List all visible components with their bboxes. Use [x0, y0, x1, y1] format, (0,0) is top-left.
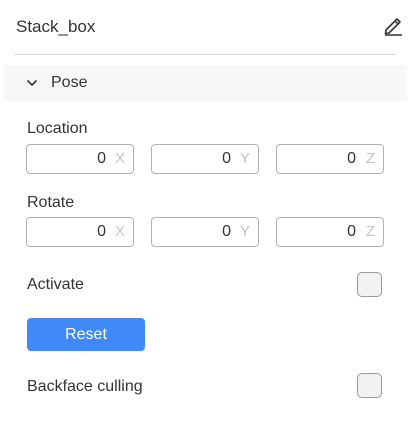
- rotate-x-value: 0: [97, 223, 106, 240]
- pencil-icon[interactable]: [382, 14, 404, 36]
- location-z-value: 0: [347, 150, 356, 167]
- rotate-label: Rotate: [27, 194, 75, 211]
- reset-button[interactable]: Reset: [27, 318, 145, 351]
- location-y-value: 0: [222, 150, 231, 167]
- pose-section-header[interactable]: Pose: [4, 65, 407, 101]
- location-y-axis-label: Y: [239, 150, 250, 167]
- backface-culling-checkbox[interactable]: [357, 373, 382, 398]
- rotate-z-field[interactable]: 0 Z: [276, 217, 384, 247]
- location-y-field[interactable]: 0 Y: [151, 144, 259, 174]
- pose-section-title: Pose: [51, 74, 88, 91]
- location-x-value: 0: [97, 150, 106, 167]
- rotate-y-axis-label: Y: [239, 223, 250, 240]
- location-label: Location: [27, 120, 88, 137]
- object-name-row: Stack_box: [14, 0, 402, 55]
- rotate-x-field[interactable]: 0 X: [26, 217, 134, 247]
- properties-panel: Stack_box Pose Location 0 X 0 Y 0 Z Rota…: [0, 0, 417, 427]
- activate-checkbox[interactable]: [357, 272, 382, 297]
- location-x-field[interactable]: 0 X: [26, 144, 134, 174]
- activate-label: Activate: [27, 276, 84, 293]
- rotate-y-field[interactable]: 0 Y: [151, 217, 259, 247]
- rotate-y-value: 0: [222, 223, 231, 240]
- rotate-x-axis-label: X: [114, 223, 125, 240]
- location-x-axis-label: X: [114, 150, 125, 167]
- backface-culling-label: Backface culling: [27, 378, 143, 395]
- rotate-z-value: 0: [347, 223, 356, 240]
- object-name: Stack_box: [16, 17, 96, 36]
- chevron-down-icon: [26, 76, 38, 88]
- location-z-field[interactable]: 0 Z: [276, 144, 384, 174]
- location-z-axis-label: Z: [365, 150, 375, 167]
- rotate-z-axis-label: Z: [365, 223, 375, 240]
